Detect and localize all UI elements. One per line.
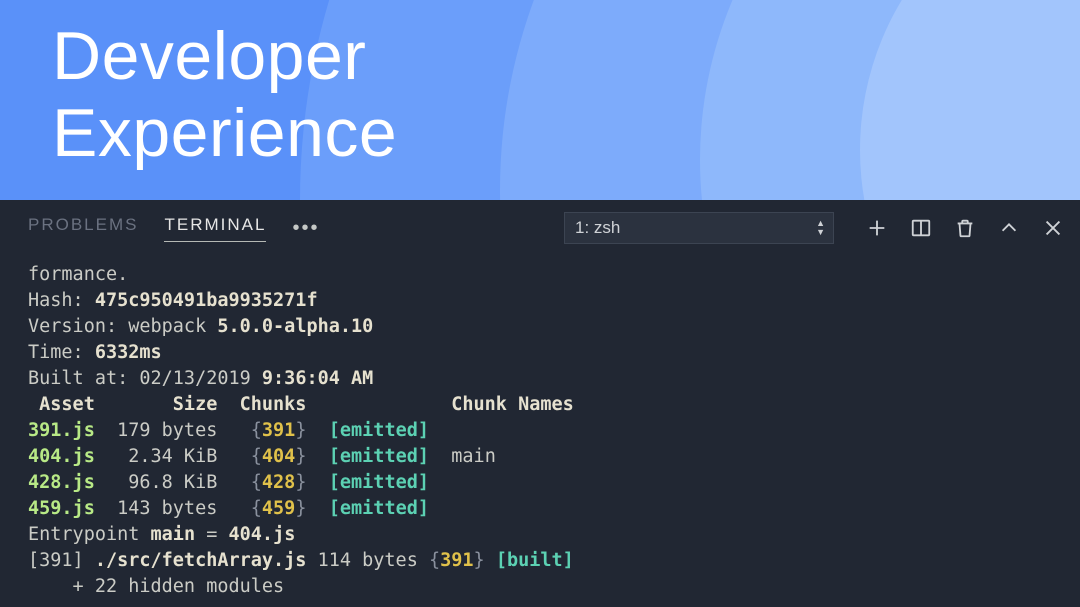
- tab-problems[interactable]: PROBLEMS: [28, 215, 138, 241]
- banner-title: Developer Experience: [0, 0, 1080, 172]
- terminal-selector-label: 1: zsh: [575, 218, 620, 238]
- plus-icon: [866, 217, 888, 239]
- banner-header: Developer Experience: [0, 0, 1080, 200]
- output-line: [391] ./src/fetchArray.js 114 bytes {391…: [28, 548, 1080, 574]
- split-panel-icon: [910, 217, 932, 239]
- output-line: formance.: [28, 262, 1080, 288]
- kill-terminal-button[interactable]: [954, 217, 976, 239]
- table-row: 459.js 143 bytes {459} [emitted]: [28, 496, 1080, 522]
- output-line: Entrypoint main = 404.js: [28, 522, 1080, 548]
- tabs-group: PROBLEMS TERMINAL •••: [28, 215, 319, 242]
- terminal-toolbar: [866, 217, 1064, 239]
- output-line: Hash: 475c950491ba9935271f: [28, 288, 1080, 314]
- table-row: 404.js 2.34 KiB {404} [emitted] main: [28, 444, 1080, 470]
- terminal-panel: PROBLEMS TERMINAL ••• 1: zsh ▲▼: [0, 200, 1080, 607]
- table-row: 428.js 96.8 KiB {428} [emitted]: [28, 470, 1080, 496]
- panel-tabbar: PROBLEMS TERMINAL ••• 1: zsh ▲▼: [0, 200, 1080, 256]
- table-header: Asset Size Chunks Chunk Names: [28, 392, 1080, 418]
- trash-icon: [954, 217, 976, 239]
- output-line: Built at: 02/13/2019 9:36:04 AM: [28, 366, 1080, 392]
- banner-title-line2: Experience: [52, 95, 397, 171]
- close-panel-button[interactable]: [1042, 217, 1064, 239]
- output-line: + 22 hidden modules: [28, 574, 1080, 600]
- tabs-overflow-button[interactable]: •••: [292, 217, 319, 240]
- new-terminal-button[interactable]: [866, 217, 888, 239]
- tab-terminal[interactable]: TERMINAL: [164, 215, 266, 242]
- banner-title-line1: Developer: [52, 18, 366, 94]
- output-line: Time: 6332ms: [28, 340, 1080, 366]
- split-terminal-button[interactable]: [910, 217, 932, 239]
- terminal-output[interactable]: formance. Hash: 475c950491ba9935271f Ver…: [0, 256, 1080, 607]
- dropdown-caret-icon: ▲▼: [816, 213, 825, 243]
- output-line: Version: webpack 5.0.0-alpha.10: [28, 314, 1080, 340]
- maximize-panel-button[interactable]: [998, 217, 1020, 239]
- terminal-selector[interactable]: 1: zsh ▲▼: [564, 212, 834, 244]
- table-row: 391.js 179 bytes {391} [emitted]: [28, 418, 1080, 444]
- chevron-up-icon: [998, 217, 1020, 239]
- close-icon: [1042, 217, 1064, 239]
